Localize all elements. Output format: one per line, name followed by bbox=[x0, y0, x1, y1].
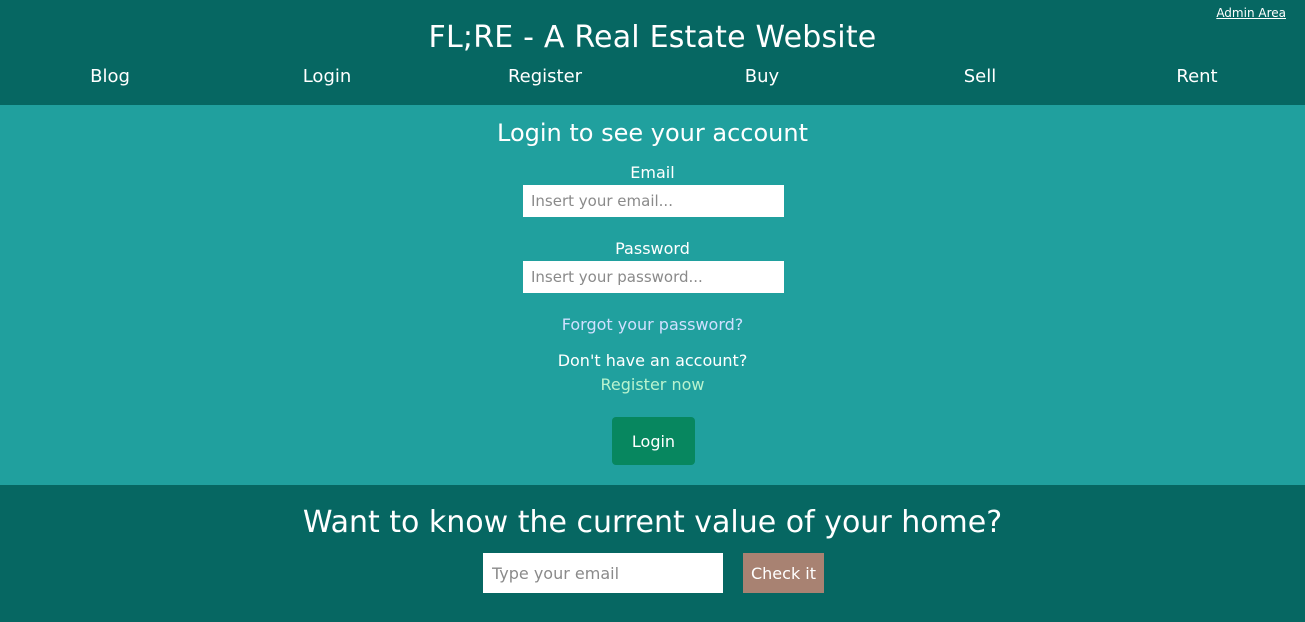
check-it-button[interactable]: Check it bbox=[743, 553, 824, 593]
nav-item-rent[interactable]: Rent bbox=[1117, 66, 1277, 87]
main-nav: Blog Login Register Buy Sell Rent bbox=[0, 66, 1305, 92]
site-header: Admin Area FL;RE - A Real Estate Website… bbox=[0, 0, 1305, 105]
login-button[interactable]: Login bbox=[612, 417, 695, 465]
register-now-link[interactable]: Register now bbox=[0, 375, 1305, 394]
home-valuation-section: Want to know the current value of your h… bbox=[0, 485, 1305, 622]
nav-item-buy[interactable]: Buy bbox=[682, 66, 842, 87]
valuation-heading: Want to know the current value of your h… bbox=[302, 505, 1003, 540]
nav-item-blog[interactable]: Blog bbox=[30, 66, 190, 87]
forgot-password-link[interactable]: Forgot your password? bbox=[0, 315, 1305, 334]
email-field[interactable] bbox=[523, 185, 784, 217]
email-label: Email bbox=[630, 163, 675, 182]
nav-item-sell[interactable]: Sell bbox=[900, 66, 1060, 87]
password-field[interactable] bbox=[523, 261, 784, 293]
site-title: FL;RE - A Real Estate Website bbox=[428, 20, 877, 55]
login-heading: Login to see your account bbox=[497, 119, 808, 147]
password-label: Password bbox=[615, 239, 690, 258]
nav-item-register[interactable]: Register bbox=[465, 66, 625, 87]
valuation-email-input[interactable] bbox=[483, 553, 723, 593]
login-section: Login to see your account Email Password… bbox=[0, 105, 1305, 485]
admin-area-link[interactable]: Admin Area bbox=[1216, 6, 1286, 20]
no-account-text: Don't have an account? bbox=[557, 351, 748, 370]
nav-item-login[interactable]: Login bbox=[247, 66, 407, 87]
